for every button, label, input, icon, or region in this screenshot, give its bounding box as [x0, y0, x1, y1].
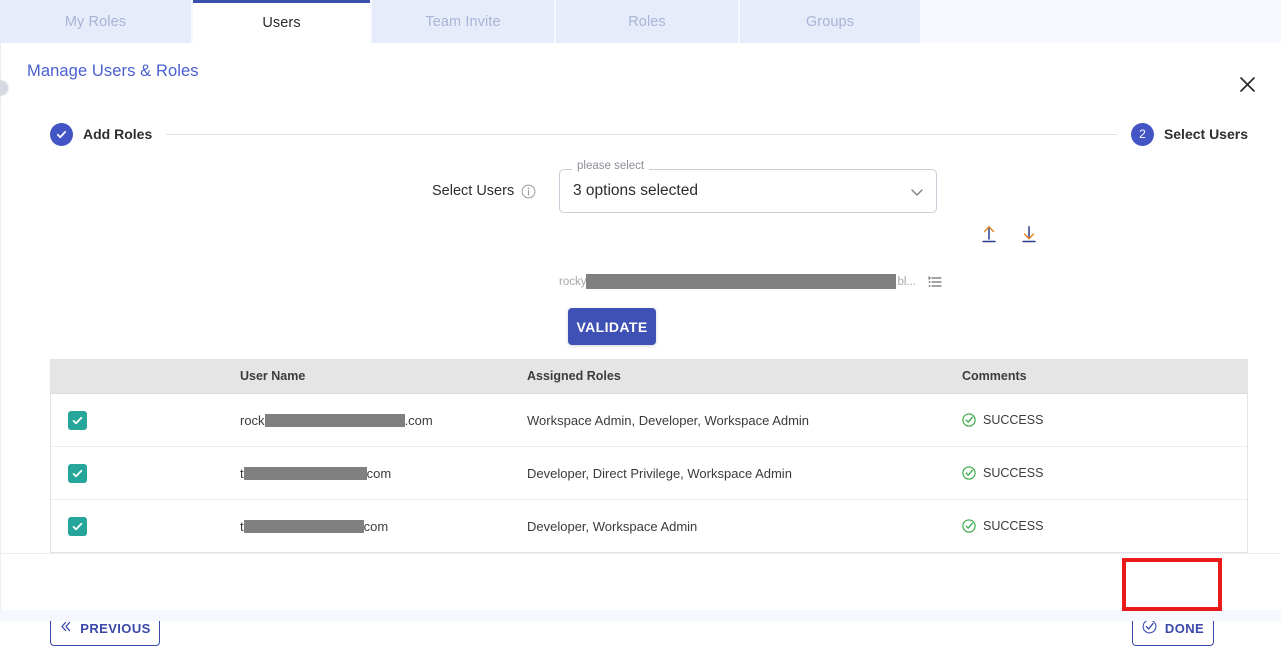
step-label: Select Users	[1164, 126, 1248, 142]
row-select-cell	[51, 517, 240, 536]
cell-comments: SUCCESS	[962, 519, 1247, 533]
step-select-users[interactable]: 2 Select Users	[1131, 123, 1248, 146]
table-row: rock .com Workspace Admin, Developer, Wo…	[51, 394, 1247, 447]
page-title: Manage Users & Roles	[27, 62, 199, 81]
user-name-prefix: rock	[240, 413, 265, 428]
row-select-cell	[51, 464, 240, 483]
status-text: SUCCESS	[983, 466, 1043, 480]
done-button-label: DONE	[1165, 621, 1204, 636]
cell-user-name: t com	[240, 519, 527, 534]
cell-assigned-roles: Workspace Admin, Developer, Workspace Ad…	[527, 413, 962, 428]
status-badge: SUCCESS	[962, 466, 1247, 480]
status-text: SUCCESS	[983, 519, 1043, 533]
step-label: Add Roles	[83, 126, 152, 142]
bottom-strip	[0, 610, 1281, 621]
dropdown-legend: please select	[572, 161, 649, 173]
previous-button-label: PREVIOUS	[80, 621, 150, 636]
tab-groups[interactable]: Groups	[740, 0, 920, 43]
redaction-bar	[265, 414, 405, 427]
validate-button[interactable]: VALIDATE	[568, 308, 656, 345]
chevron-down-icon[interactable]	[910, 185, 924, 199]
user-name-suffix: .com	[405, 413, 433, 428]
download-icon[interactable]	[1016, 221, 1042, 247]
column-header-assigned-roles: Assigned Roles	[527, 369, 962, 383]
column-header-comments: Comments	[962, 369, 1247, 383]
status-badge: SUCCESS	[962, 519, 1247, 533]
tab-label: Team Invite	[425, 14, 500, 30]
tab-users[interactable]: Users	[193, 0, 370, 43]
close-icon[interactable]	[1234, 71, 1260, 97]
app-root: My Roles Users Team Invite Roles Groups …	[0, 0, 1281, 621]
stepper-connector	[166, 134, 1117, 135]
check-icon	[50, 123, 73, 146]
cell-assigned-roles: Developer, Workspace Admin	[527, 519, 962, 534]
chip-prefix: rocky	[559, 276, 586, 288]
redaction-bar	[244, 520, 364, 533]
manage-users-roles-dialog: Manage Users & Roles Add Roles 2 Select …	[0, 43, 1281, 621]
table-header-row: User Name Assigned Roles Comments	[51, 359, 1247, 394]
dropdown-selected-value: 3 options selected	[573, 182, 698, 200]
user-name-suffix: com	[364, 519, 389, 534]
redaction-bar	[586, 274, 896, 289]
cell-user-name: t com	[240, 466, 527, 481]
upload-icon[interactable]	[976, 221, 1002, 247]
drag-handle[interactable]	[0, 81, 8, 95]
check-circle-icon	[1142, 619, 1157, 637]
tab-bar: My Roles Users Team Invite Roles Groups	[0, 0, 1281, 43]
row-select-cell	[51, 411, 240, 430]
check-circle-icon	[962, 413, 976, 427]
users-validation-table: User Name Assigned Roles Comments rock .…	[50, 359, 1248, 553]
status-text: SUCCESS	[983, 413, 1043, 427]
table-row: t com Developer, Direct Privilege, Works…	[51, 447, 1247, 500]
redaction-bar	[244, 467, 367, 480]
list-settings-icon[interactable]	[928, 275, 942, 289]
select-users-dropdown[interactable]: please select 3 options selected	[559, 169, 937, 213]
row-checkbox[interactable]	[68, 464, 87, 483]
double-chevron-left-icon	[59, 620, 72, 636]
info-icon[interactable]	[521, 184, 536, 199]
tab-label: Roles	[628, 14, 666, 30]
tab-team-invite[interactable]: Team Invite	[372, 0, 554, 43]
column-header-user-name: User Name	[240, 369, 527, 383]
tab-label: My Roles	[65, 14, 126, 30]
step-number-badge: 2	[1131, 123, 1154, 146]
select-users-label: Select Users	[432, 183, 536, 199]
row-checkbox[interactable]	[68, 517, 87, 536]
check-circle-icon	[962, 466, 976, 480]
status-badge: SUCCESS	[962, 413, 1247, 427]
selected-users-chip: rocky bl...	[559, 272, 942, 291]
cell-assigned-roles: Developer, Direct Privilege, Workspace A…	[527, 466, 962, 481]
tab-label: Users	[262, 15, 300, 31]
chip-suffix: bl...	[897, 276, 916, 288]
cell-user-name: rock .com	[240, 413, 527, 428]
select-users-label-text: Select Users	[432, 183, 514, 199]
cell-comments: SUCCESS	[962, 413, 1247, 427]
user-name-suffix: com	[367, 466, 392, 481]
tab-label: Groups	[806, 14, 854, 30]
tab-my-roles[interactable]: My Roles	[0, 0, 191, 43]
wizard-stepper: Add Roles 2 Select Users	[50, 121, 1248, 147]
tab-bar-filler	[922, 0, 1281, 43]
step-add-roles[interactable]: Add Roles	[50, 123, 152, 146]
tab-roles[interactable]: Roles	[556, 0, 738, 43]
cell-comments: SUCCESS	[962, 466, 1247, 480]
check-circle-icon	[962, 519, 976, 533]
table-row: t com Developer, Workspace Admin SUCCESS	[51, 500, 1247, 552]
row-checkbox[interactable]	[68, 411, 87, 430]
